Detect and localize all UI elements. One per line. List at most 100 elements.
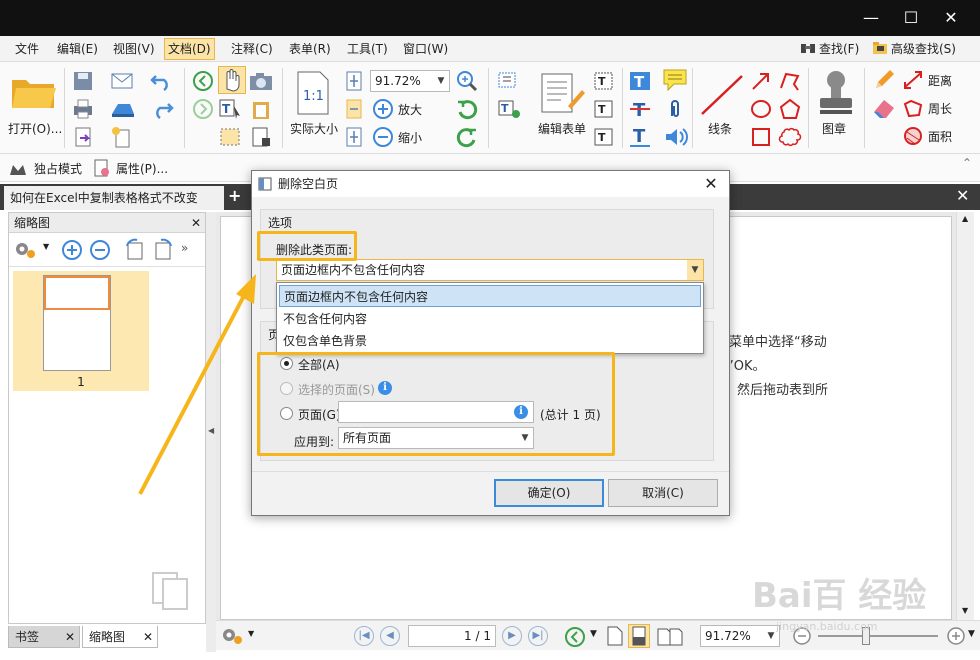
camera-icon[interactable]: [248, 70, 274, 92]
perimeter-label[interactable]: 周长: [928, 100, 952, 117]
chevron-down-icon[interactable]: ▼: [590, 629, 597, 639]
menu-form[interactable]: 表单(R): [286, 40, 334, 58]
stamp-icon[interactable]: [816, 68, 856, 118]
new-tab-icon[interactable]: +: [228, 186, 241, 205]
advanced-find-button[interactable]: 高级查找(S): [872, 39, 956, 59]
zoom-in-label[interactable]: 放大: [398, 101, 422, 118]
dropdown-option[interactable]: 不包含任何内容: [279, 308, 701, 330]
zoom-slider-track[interactable]: [818, 635, 938, 637]
properties-label[interactable]: 属性(P)...: [116, 160, 168, 177]
undo-icon[interactable]: [150, 72, 174, 92]
menu-view[interactable]: 视图(V): [110, 40, 158, 58]
typewriter-icon[interactable]: T: [592, 70, 616, 92]
tab-bookmarks[interactable]: 书签 ✕: [8, 626, 80, 648]
fit-visible-icon[interactable]: [344, 126, 364, 148]
menu-tools[interactable]: 工具(T): [344, 40, 391, 58]
area-icon[interactable]: [902, 126, 924, 146]
scroll-up-icon[interactable]: ▲: [962, 214, 968, 223]
paperclip-icon[interactable]: [664, 98, 686, 120]
back-icon[interactable]: [192, 70, 214, 92]
save-icon[interactable]: [72, 70, 94, 92]
strikeout-icon[interactable]: T: [628, 98, 652, 120]
chevron-down-icon[interactable]: ▼: [43, 242, 49, 251]
eraser-icon[interactable]: [872, 96, 896, 120]
page-tools-icon[interactable]: [250, 126, 272, 148]
select-text-icon[interactable]: T: [218, 98, 244, 120]
minimize-icon[interactable]: —: [856, 8, 886, 28]
underline-icon[interactable]: T: [628, 126, 652, 148]
scroll-down-icon[interactable]: ▼: [962, 606, 968, 615]
forward-icon[interactable]: [192, 98, 214, 120]
close-icon[interactable]: ✕: [701, 173, 721, 195]
stamp-label[interactable]: 图章: [822, 120, 846, 137]
ellipse-icon[interactable]: [750, 98, 772, 120]
rotate-ccw-90-icon[interactable]: [123, 238, 147, 262]
collapse-ribbon-icon[interactable]: ⌃: [962, 156, 972, 170]
actual-size-label[interactable]: 实际大小: [290, 120, 338, 137]
menu-document[interactable]: 文档(D): [164, 38, 215, 60]
line-label[interactable]: 线条: [708, 120, 732, 137]
highlight-text-icon[interactable]: T: [628, 70, 652, 92]
textbox-icon[interactable]: T: [592, 98, 616, 120]
last-page-button[interactable]: ▶|: [528, 626, 548, 646]
menu-window[interactable]: 窗口(W): [400, 40, 451, 58]
vertical-scrollbar[interactable]: ▲ ▼: [956, 212, 974, 620]
form-field-icon[interactable]: [496, 70, 520, 92]
page-thumbnail[interactable]: 1: [13, 271, 149, 391]
edit-form-label[interactable]: 编辑表单: [538, 120, 586, 137]
rotate-cw-90-icon[interactable]: [151, 238, 175, 262]
next-page-button[interactable]: ▶: [502, 626, 522, 646]
fit-page-icon[interactable]: [344, 70, 364, 92]
menu-comment[interactable]: 注释(C): [228, 40, 276, 58]
pencil-icon[interactable]: [872, 68, 896, 92]
zoom-in-thumb-icon[interactable]: [61, 239, 83, 261]
dropdown-option[interactable]: 页面边框内不包含任何内容: [279, 285, 701, 307]
continuous-page-button[interactable]: [628, 624, 650, 648]
close-tab-icon[interactable]: ✕: [143, 626, 153, 648]
prev-page-button[interactable]: ◀: [380, 626, 400, 646]
tab-thumbnails[interactable]: 缩略图 ✕: [82, 626, 158, 648]
text-field-icon[interactable]: T: [496, 98, 522, 120]
clipboard-icon[interactable]: [250, 98, 272, 120]
fit-width-icon[interactable]: [344, 98, 364, 120]
facing-pages-icon[interactable]: [656, 625, 684, 647]
back-icon[interactable]: [564, 626, 586, 648]
menu-file[interactable]: 文件: [12, 40, 42, 58]
print-icon[interactable]: [72, 98, 94, 120]
close-panel-icon[interactable]: ✕: [191, 213, 201, 233]
perimeter-icon[interactable]: [902, 98, 924, 118]
edit-form-icon[interactable]: [538, 70, 586, 116]
cancel-button[interactable]: 取消(C): [608, 479, 718, 507]
rectangle-icon[interactable]: [750, 126, 772, 148]
chevron-down-icon[interactable]: ▼: [248, 629, 254, 638]
zoom-out-label[interactable]: 缩小: [398, 129, 422, 146]
chevron-down-icon[interactable]: ▼: [968, 629, 975, 639]
close-icon[interactable]: ✕: [936, 8, 966, 28]
rotate-left-icon[interactable]: [456, 98, 478, 120]
page-arrow-icon[interactable]: [72, 126, 94, 148]
dropdown-option[interactable]: 仅包含单色背景: [279, 330, 701, 352]
zoom-in-icon[interactable]: [946, 626, 966, 646]
document-tab[interactable]: 如何在Excel中复制表格格式不改变: [4, 186, 224, 210]
first-page-button[interactable]: |◀: [354, 626, 374, 646]
more-tools-icon[interactable]: »: [181, 241, 188, 255]
maximize-icon[interactable]: ☐: [896, 8, 926, 28]
delete-type-select[interactable]: 页面边框内不包含任何内容 ▼: [276, 259, 704, 281]
exclusive-mode-label[interactable]: 独占模式: [34, 160, 82, 177]
new-page-icon[interactable]: [110, 126, 136, 148]
redo-icon[interactable]: [150, 100, 174, 120]
actual-size-icon[interactable]: 1:1: [294, 70, 332, 116]
area-label[interactable]: 面积: [928, 128, 952, 145]
distance-label[interactable]: 距离: [928, 72, 952, 89]
cloud-icon[interactable]: [778, 126, 802, 148]
email-icon[interactable]: [110, 70, 136, 92]
single-page-icon[interactable]: [606, 625, 624, 647]
status-zoom-combo[interactable]: 91.72% ▼: [700, 625, 780, 647]
polygon-icon[interactable]: [778, 98, 802, 120]
gear-icon[interactable]: [220, 626, 246, 646]
rotate-right-icon[interactable]: [456, 126, 478, 148]
menu-edit[interactable]: 编辑(E): [54, 40, 101, 58]
open-label[interactable]: 打开(O)...: [8, 120, 62, 137]
close-tab-icon[interactable]: ✕: [65, 626, 75, 648]
find-button[interactable]: 查找(F): [800, 39, 859, 59]
